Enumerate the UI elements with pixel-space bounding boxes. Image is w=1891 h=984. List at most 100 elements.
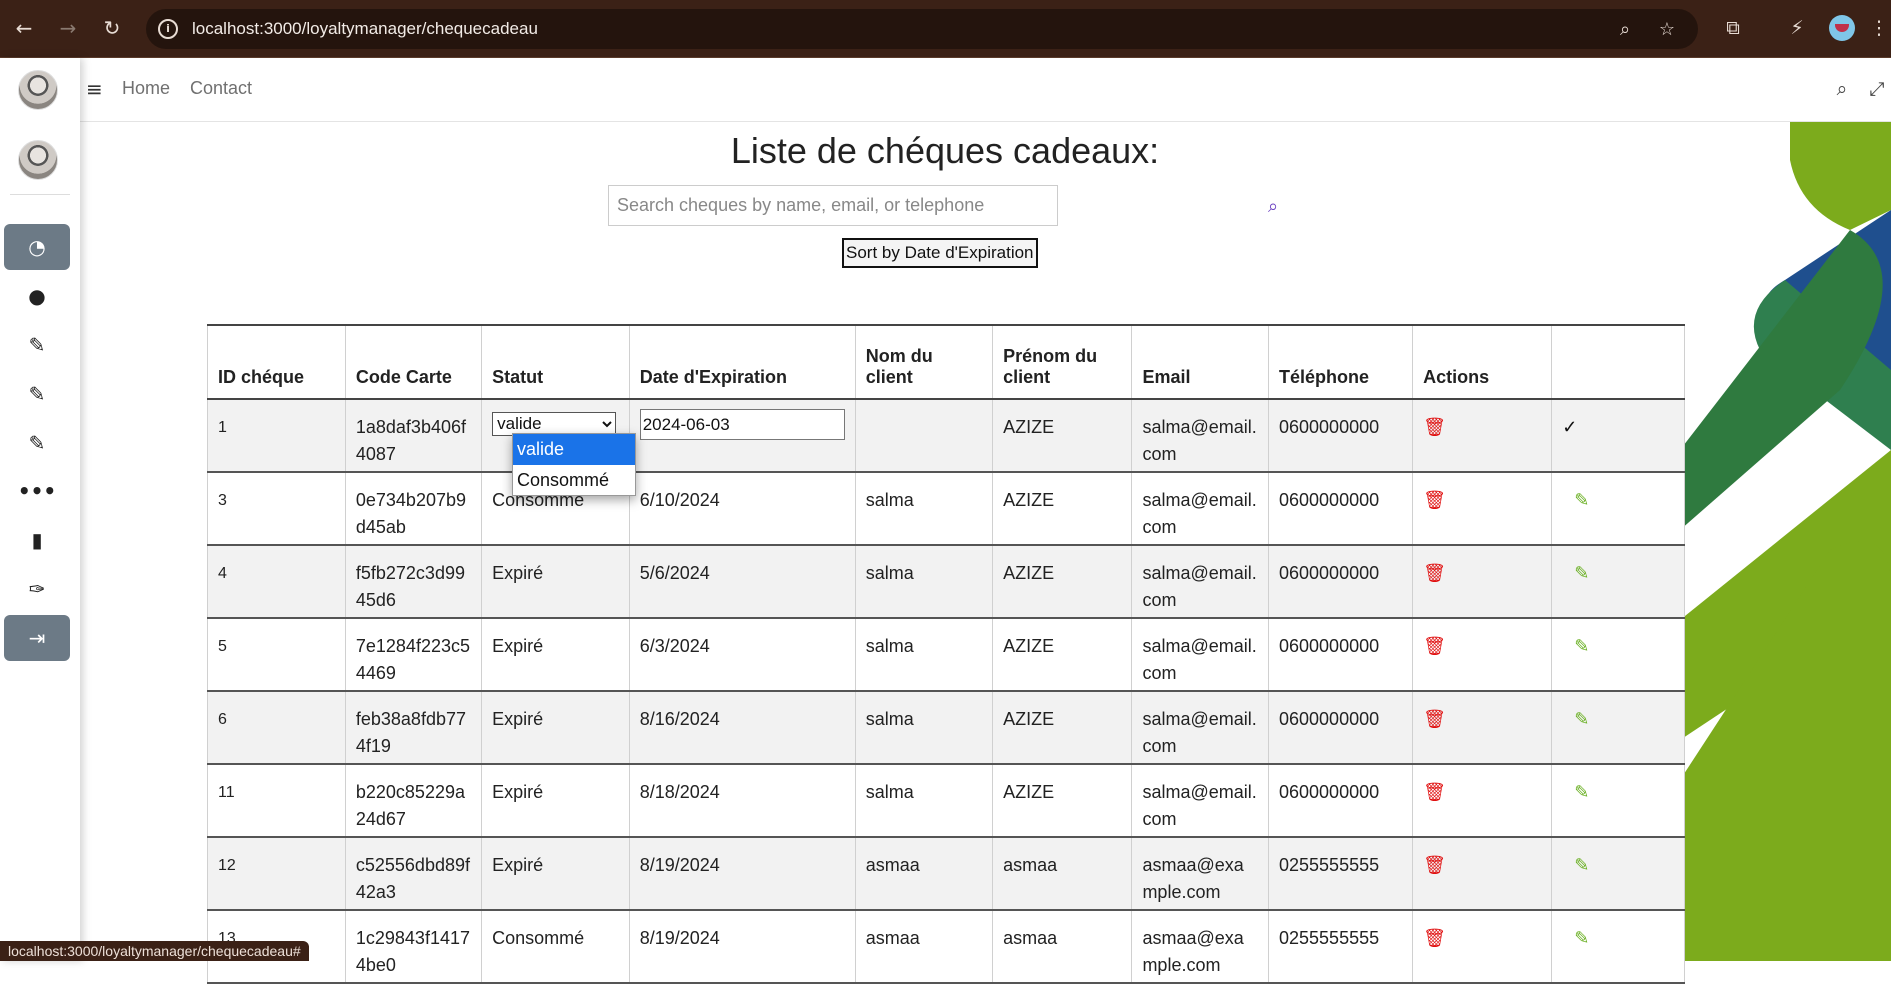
dropdown-option-valide[interactable]: valide: [513, 434, 635, 465]
cell-edit: ✎: [1551, 691, 1685, 765]
cell-code: 1a8daf3b406f4087: [344, 399, 483, 473]
cell-nom: asmaa: [854, 837, 994, 911]
bookmark-star-icon[interactable]: ☆: [1656, 19, 1678, 41]
cell-actions: 🗑: [1412, 910, 1553, 984]
cell-prenom: AZIZE: [992, 618, 1133, 692]
file-icon[interactable]: ▮: [4, 517, 70, 563]
search-icon[interactable]: ⌕: [1831, 78, 1853, 100]
cell-id: 3: [207, 472, 346, 546]
cell-telephone: 0600000000: [1267, 618, 1414, 692]
cell-actions: 🗑: [1412, 837, 1553, 911]
search-input[interactable]: [608, 185, 1058, 226]
user-icon[interactable]: ●: [4, 273, 70, 319]
cell-telephone: 0600000000: [1267, 399, 1414, 473]
address-bar[interactable]: i localhost:3000/loyaltymanager/chequeca…: [146, 9, 1698, 49]
back-icon[interactable]: ←: [10, 14, 38, 42]
column-header-status[interactable]: Statut: [481, 324, 630, 400]
cell-prenom: AZIZE: [992, 472, 1133, 546]
dropdown-option-consomme[interactable]: Consommé: [513, 465, 635, 496]
cell-edit: ✎: [1551, 837, 1685, 911]
performance-icon[interactable]: ⚡: [1784, 15, 1810, 41]
zoom-icon[interactable]: ⌕: [1614, 19, 1636, 41]
site-info-icon[interactable]: i: [158, 19, 178, 39]
cell-email: asmaa@example.com: [1131, 910, 1269, 984]
cell-nom: salma: [854, 691, 994, 765]
edit-icon[interactable]: ✎: [1574, 779, 1589, 806]
column-header-telephone[interactable]: Téléphone: [1267, 324, 1414, 400]
nav-contact-link[interactable]: Contact: [190, 78, 252, 99]
table-row: 5 7e1284f223c54469 Expiré 6/3/2024 salma AZIZ…: [207, 618, 1685, 692]
reload-icon[interactable]: ↻: [98, 14, 126, 42]
delete-trash-icon[interactable]: 🗑: [1423, 709, 1446, 729]
cell-actions: 🗑: [1412, 399, 1553, 473]
cell-id: 1: [207, 399, 346, 473]
delete-trash-icon[interactable]: 🗑: [1423, 855, 1446, 875]
profile-avatar-icon[interactable]: [1829, 15, 1855, 41]
browser-toolbar: ← → ↻ i localhost:3000/loyaltymanager/ch…: [0, 0, 1891, 58]
column-header-id[interactable]: ID chéque: [207, 324, 346, 400]
avatar[interactable]: [18, 70, 58, 110]
column-header-actions[interactable]: Actions: [1412, 324, 1553, 400]
cell-date: 8/18/2024: [628, 764, 856, 838]
sort-by-date-button[interactable]: Sort by Date d'Expiration: [842, 238, 1038, 268]
column-header-email[interactable]: Email: [1131, 324, 1269, 400]
column-header-date[interactable]: Date d'Expiration: [628, 324, 856, 400]
edit-icon[interactable]: ✎: [1574, 633, 1589, 660]
expiration-date-input[interactable]: [639, 409, 845, 440]
edit-icon[interactable]: ✎: [1574, 852, 1589, 879]
column-header-nom[interactable]: Nom du client: [854, 324, 994, 400]
edit-icon[interactable]: ✎: [1574, 706, 1589, 733]
edit-icon[interactable]: ✎: [4, 371, 70, 417]
cell-email: asmaa@example.com: [1131, 837, 1269, 911]
dashboard-icon[interactable]: ◔: [4, 224, 70, 270]
status-select[interactable]: valide: [492, 411, 617, 436]
cell-date: 8/16/2024: [628, 691, 856, 765]
delete-trash-icon[interactable]: 🗑: [1423, 490, 1446, 510]
cell-status: Expiré: [481, 691, 630, 765]
cell-prenom: asmaa: [992, 910, 1133, 984]
delete-trash-icon[interactable]: 🗑: [1423, 636, 1446, 656]
cell-code: 7e1284f223c54469: [344, 618, 483, 692]
user-avatar[interactable]: [18, 140, 58, 180]
delete-trash-icon[interactable]: 🗑: [1423, 928, 1446, 948]
cell-date: 6/3/2024: [628, 618, 856, 692]
wrench-icon[interactable]: ✑: [4, 566, 70, 612]
extensions-icon[interactable]: ⧉: [1720, 15, 1746, 41]
edit-icon[interactable]: ✎: [1574, 487, 1589, 514]
url-text[interactable]: localhost:3000/loyaltymanager/chequecade…: [192, 19, 538, 39]
table-body: 3 0e734b207b9d45ab Consommé 6/10/2024 salma A…: [207, 472, 1685, 984]
cell-code: b220c85229a24d67: [344, 764, 483, 838]
edit-icon[interactable]: ✎: [1574, 925, 1589, 952]
confirm-check-icon[interactable]: ✓: [1562, 417, 1577, 437]
cell-code: 1c29843f14174be0: [344, 910, 483, 984]
cell-id: 11: [207, 764, 346, 838]
delete-trash-icon[interactable]: 🗑: [1423, 563, 1446, 583]
cell-prenom: AZIZE: [992, 399, 1133, 473]
edit-icon[interactable]: ✎: [4, 420, 70, 466]
cell-nom: salma: [854, 764, 994, 838]
cell-email: salma@email.com: [1131, 545, 1269, 619]
nav-home-link[interactable]: Home: [122, 78, 170, 99]
cell-telephone: 0600000000: [1267, 472, 1414, 546]
column-header-prenom[interactable]: Prénom du client: [992, 324, 1133, 400]
forward-icon[interactable]: →: [54, 14, 82, 42]
cell-nom: salma: [854, 618, 994, 692]
delete-trash-icon[interactable]: 🗑: [1423, 782, 1446, 802]
delete-trash-icon[interactable]: 🗑: [1423, 417, 1446, 437]
menu-dots-icon[interactable]: ⋮: [1866, 15, 1891, 41]
cell-id: 5: [207, 618, 346, 692]
table-row-editing: 1 1a8daf3b406f4087 valide AZIZE salma@em…: [207, 399, 1685, 473]
edit-icon[interactable]: ✎: [4, 322, 70, 368]
table-row: 12 c52556dbd89f42a3 Expiré 8/19/2024 asmaa as…: [207, 837, 1685, 911]
cell-actions: 🗑: [1412, 472, 1553, 546]
logout-icon[interactable]: ⇥: [4, 615, 70, 661]
table-row: 13 1c29843f14174be0 Consommé 8/19/2024 asmaa…: [207, 910, 1685, 984]
column-header-code[interactable]: Code Carte: [344, 324, 483, 400]
cell-nom: salma: [854, 545, 994, 619]
edit-icon[interactable]: ✎: [1574, 560, 1589, 587]
search-icon[interactable]: ⌕: [1262, 196, 1284, 218]
hamburger-menu-icon[interactable]: ≡: [86, 78, 108, 100]
more-icon[interactable]: •••: [4, 468, 70, 514]
cell-status: Expiré: [481, 764, 630, 838]
fullscreen-icon[interactable]: ⤢: [1866, 78, 1888, 100]
